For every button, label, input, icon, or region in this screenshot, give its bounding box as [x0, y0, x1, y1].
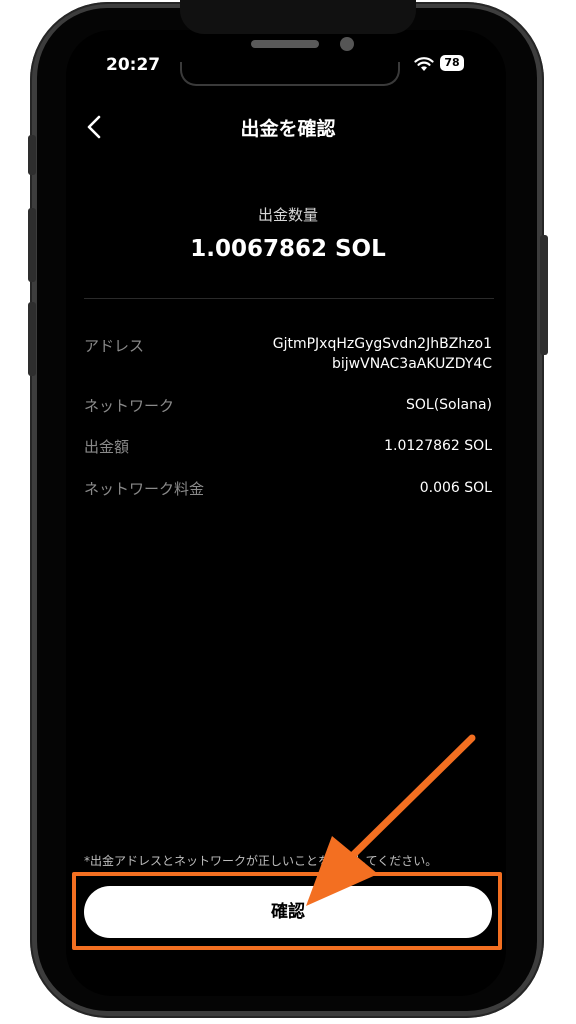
annotation-arrow-icon [306, 734, 476, 906]
